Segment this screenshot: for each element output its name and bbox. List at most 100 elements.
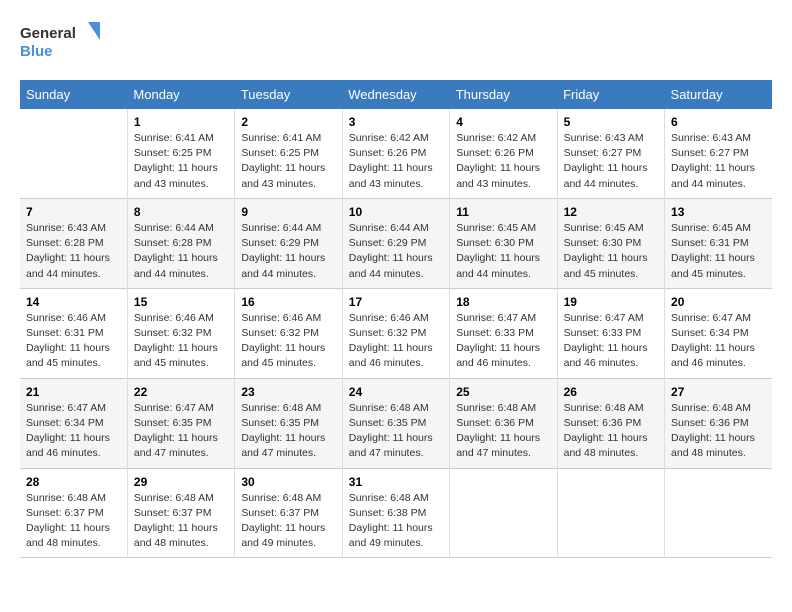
day-number: 28 [26, 475, 121, 489]
day-info: Sunrise: 6:44 AM Sunset: 6:29 PM Dayligh… [241, 221, 335, 282]
day-info: Sunrise: 6:45 AM Sunset: 6:31 PM Dayligh… [671, 221, 766, 282]
calendar-cell: 28 Sunrise: 6:48 AM Sunset: 6:37 PM Dayli… [20, 468, 127, 558]
day-number: 24 [349, 385, 443, 399]
calendar-cell: 25 Sunrise: 6:48 AM Sunset: 6:36 PM Dayli… [450, 378, 557, 468]
calendar-cell: 1 Sunrise: 6:41 AM Sunset: 6:25 PM Daylig… [127, 109, 234, 198]
day-info: Sunrise: 6:48 AM Sunset: 6:38 PM Dayligh… [349, 491, 443, 552]
weekday-header: Monday [127, 80, 234, 109]
day-info: Sunrise: 6:42 AM Sunset: 6:26 PM Dayligh… [456, 131, 550, 192]
weekday-header: Thursday [450, 80, 557, 109]
day-info: Sunrise: 6:46 AM Sunset: 6:31 PM Dayligh… [26, 311, 121, 372]
calendar-cell: 27 Sunrise: 6:48 AM Sunset: 6:36 PM Dayli… [665, 378, 772, 468]
day-info: Sunrise: 6:45 AM Sunset: 6:30 PM Dayligh… [564, 221, 658, 282]
calendar-header-row: SundayMondayTuesdayWednesdayThursdayFrid… [20, 80, 772, 109]
calendar-week-row: 7 Sunrise: 6:43 AM Sunset: 6:28 PM Daylig… [20, 198, 772, 288]
day-number: 8 [134, 205, 228, 219]
day-info: Sunrise: 6:42 AM Sunset: 6:26 PM Dayligh… [349, 131, 443, 192]
svg-text:General: General [20, 25, 76, 42]
day-info: Sunrise: 6:47 AM Sunset: 6:34 PM Dayligh… [26, 401, 121, 462]
day-info: Sunrise: 6:43 AM Sunset: 6:27 PM Dayligh… [564, 131, 658, 192]
calendar-cell: 13 Sunrise: 6:45 AM Sunset: 6:31 PM Dayli… [665, 198, 772, 288]
calendar-week-row: 21Sunrise: 6:47 AM Sunset: 6:34 PM Dayli… [20, 378, 772, 468]
day-info: Sunrise: 6:48 AM Sunset: 6:36 PM Dayligh… [456, 401, 550, 462]
day-number: 1 [134, 115, 228, 129]
day-info: Sunrise: 6:46 AM Sunset: 6:32 PM Dayligh… [241, 311, 335, 372]
day-info: Sunrise: 6:48 AM Sunset: 6:36 PM Dayligh… [564, 401, 658, 462]
day-number: 15 [134, 295, 228, 309]
calendar-cell: 3 Sunrise: 6:42 AM Sunset: 6:26 PM Daylig… [342, 109, 449, 198]
day-number: 9 [241, 205, 335, 219]
calendar-cell [450, 468, 557, 558]
logo-svg: General Blue [20, 20, 100, 64]
calendar-cell: 31 Sunrise: 6:48 AM Sunset: 6:38 PM Dayli… [342, 468, 449, 558]
page-header: General Blue [20, 20, 772, 64]
logo: General Blue [20, 20, 100, 64]
weekday-header: Wednesday [342, 80, 449, 109]
day-number: 29 [134, 475, 228, 489]
day-number: 3 [349, 115, 443, 129]
day-number: 14 [26, 295, 121, 309]
day-number: 31 [349, 475, 443, 489]
day-info: Sunrise: 6:47 AM Sunset: 6:34 PM Dayligh… [671, 311, 766, 372]
day-number: 23 [241, 385, 335, 399]
calendar-cell: 9 Sunrise: 6:44 AM Sunset: 6:29 PM Daylig… [235, 198, 342, 288]
calendar-cell: 2 Sunrise: 6:41 AM Sunset: 6:25 PM Daylig… [235, 109, 342, 198]
day-info: Sunrise: 6:41 AM Sunset: 6:25 PM Dayligh… [241, 131, 335, 192]
calendar-cell [20, 109, 127, 198]
day-number: 13 [671, 205, 766, 219]
weekday-header: Saturday [665, 80, 772, 109]
calendar-cell: 4Sunrise: 6:42 AM Sunset: 6:26 PM Daylig… [450, 109, 557, 198]
day-info: Sunrise: 6:43 AM Sunset: 6:28 PM Dayligh… [26, 221, 121, 282]
day-number: 7 [26, 205, 121, 219]
day-number: 17 [349, 295, 443, 309]
calendar-cell: 10 Sunrise: 6:44 AM Sunset: 6:29 PM Dayli… [342, 198, 449, 288]
calendar-cell: 14 Sunrise: 6:46 AM Sunset: 6:31 PM Dayli… [20, 288, 127, 378]
calendar-cell: 6 Sunrise: 6:43 AM Sunset: 6:27 PM Daylig… [665, 109, 772, 198]
day-number: 20 [671, 295, 766, 309]
weekday-header: Tuesday [235, 80, 342, 109]
day-number: 18 [456, 295, 550, 309]
day-number: 26 [564, 385, 658, 399]
day-number: 16 [241, 295, 335, 309]
calendar-cell: 16 Sunrise: 6:46 AM Sunset: 6:32 PM Dayli… [235, 288, 342, 378]
calendar-cell: 5Sunrise: 6:43 AM Sunset: 6:27 PM Daylig… [557, 109, 664, 198]
weekday-header: Friday [557, 80, 664, 109]
calendar-cell: 23 Sunrise: 6:48 AM Sunset: 6:35 PM Dayli… [235, 378, 342, 468]
day-number: 10 [349, 205, 443, 219]
day-info: Sunrise: 6:48 AM Sunset: 6:37 PM Dayligh… [26, 491, 121, 552]
calendar-cell: 20 Sunrise: 6:47 AM Sunset: 6:34 PM Dayli… [665, 288, 772, 378]
calendar-cell: 19Sunrise: 6:47 AM Sunset: 6:33 PM Dayli… [557, 288, 664, 378]
calendar-cell: 30Sunrise: 6:48 AM Sunset: 6:37 PM Dayli… [235, 468, 342, 558]
calendar-cell: 24Sunrise: 6:48 AM Sunset: 6:35 PM Dayli… [342, 378, 449, 468]
day-info: Sunrise: 6:47 AM Sunset: 6:35 PM Dayligh… [134, 401, 228, 462]
calendar-cell: 7 Sunrise: 6:43 AM Sunset: 6:28 PM Daylig… [20, 198, 127, 288]
day-info: Sunrise: 6:48 AM Sunset: 6:35 PM Dayligh… [241, 401, 335, 462]
day-info: Sunrise: 6:44 AM Sunset: 6:28 PM Dayligh… [134, 221, 228, 282]
day-number: 30 [241, 475, 335, 489]
day-number: 25 [456, 385, 550, 399]
day-number: 6 [671, 115, 766, 129]
calendar-week-row: 1 Sunrise: 6:41 AM Sunset: 6:25 PM Daylig… [20, 109, 772, 198]
day-info: Sunrise: 6:48 AM Sunset: 6:36 PM Dayligh… [671, 401, 766, 462]
calendar-cell [557, 468, 664, 558]
day-info: Sunrise: 6:48 AM Sunset: 6:37 PM Dayligh… [134, 491, 228, 552]
day-number: 2 [241, 115, 335, 129]
calendar-cell: 29 Sunrise: 6:48 AM Sunset: 6:37 PM Dayli… [127, 468, 234, 558]
calendar-cell: 8 Sunrise: 6:44 AM Sunset: 6:28 PM Daylig… [127, 198, 234, 288]
day-info: Sunrise: 6:44 AM Sunset: 6:29 PM Dayligh… [349, 221, 443, 282]
calendar-cell: 11Sunrise: 6:45 AM Sunset: 6:30 PM Dayli… [450, 198, 557, 288]
svg-text:Blue: Blue [20, 43, 53, 60]
day-info: Sunrise: 6:47 AM Sunset: 6:33 PM Dayligh… [456, 311, 550, 372]
calendar-cell: 26 Sunrise: 6:48 AM Sunset: 6:36 PM Dayli… [557, 378, 664, 468]
calendar-cell: 22 Sunrise: 6:47 AM Sunset: 6:35 PM Dayli… [127, 378, 234, 468]
calendar-cell: 12 Sunrise: 6:45 AM Sunset: 6:30 PM Dayli… [557, 198, 664, 288]
day-info: Sunrise: 6:41 AM Sunset: 6:25 PM Dayligh… [134, 131, 228, 192]
day-number: 19 [564, 295, 658, 309]
day-number: 27 [671, 385, 766, 399]
day-number: 22 [134, 385, 228, 399]
day-info: Sunrise: 6:45 AM Sunset: 6:30 PM Dayligh… [456, 221, 550, 282]
day-number: 12 [564, 205, 658, 219]
day-info: Sunrise: 6:43 AM Sunset: 6:27 PM Dayligh… [671, 131, 766, 192]
calendar-table: SundayMondayTuesdayWednesdayThursdayFrid… [20, 80, 772, 558]
calendar-week-row: 14 Sunrise: 6:46 AM Sunset: 6:31 PM Dayli… [20, 288, 772, 378]
